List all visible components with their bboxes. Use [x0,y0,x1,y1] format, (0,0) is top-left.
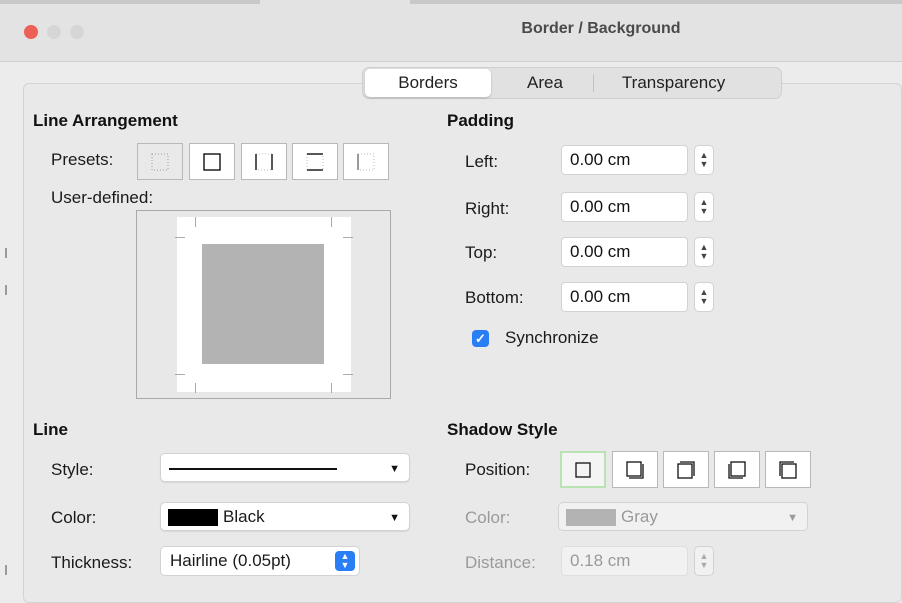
padding-bottom-input[interactable]: 0.00 cm [561,282,688,312]
preset-top-bottom-button[interactable] [292,143,338,180]
preset-box-button[interactable] [189,143,235,180]
padding-left-label: Left: [465,152,499,171]
line-style-dropdown[interactable]: ▼ [160,453,410,482]
select-arrows-icon: ▲ ▼ [335,551,355,571]
preset-none-button[interactable] [137,143,183,180]
canvas-tick [331,217,332,227]
checkmark-icon: ✓ [475,331,486,346]
shadow-bottom-right-button[interactable] [612,451,658,488]
border-canvas-content [202,244,324,364]
line-style-label: Style: [51,460,94,479]
shadow-color-dropdown[interactable]: Gray ▼ [558,502,808,531]
canvas-tick [343,237,353,238]
background-edge-mark [5,565,7,575]
shadow-distance-stepper[interactable]: ▲ ▼ [694,546,714,576]
chevron-down-icon: ▼ [699,206,709,216]
user-defined-label: User-defined: [51,188,154,207]
canvas-tick [175,374,185,375]
chevron-down-icon: ▼ [699,560,709,570]
border-left-right-icon [255,153,273,170]
padding-left-stepper[interactable]: ▲ ▼ [694,145,714,175]
canvas-tick [331,383,332,393]
shadow-color-value: Gray [621,507,658,526]
chevron-down-icon: ▼ [699,251,709,261]
window-top-edge [0,0,260,4]
shadow-distance-label: Distance: [465,553,536,572]
dropdown-arrow-icon: ▼ [389,463,400,475]
border-box-icon [203,152,221,171]
color-swatch [168,509,218,526]
background-edge-mark [5,248,7,258]
padding-top-stepper[interactable]: ▲ ▼ [694,237,714,267]
shadow-distance-input[interactable]: 0.18 cm [561,546,688,576]
border-left-icon [357,153,375,170]
shadow-bottom-left-icon [728,460,746,479]
padding-bottom-label: Bottom: [465,288,524,307]
shadow-style-heading: Shadow Style [447,420,558,439]
preset-left-right-button[interactable] [241,143,287,180]
shadow-top-right-button[interactable] [663,451,709,488]
window-top-edge-right [410,0,902,4]
thickness-select[interactable]: Hairline (0.05pt) ▲ ▼ [160,546,360,576]
tab-transparency[interactable]: Transparency [594,69,743,97]
padding-right-label: Right: [465,199,510,218]
presets-label: Presets: [51,150,114,169]
shadow-bottom-right-icon [626,460,644,479]
line-heading: Line [33,420,68,439]
tab-bar: Borders Area Transparency [362,67,782,99]
padding-right-input[interactable]: 0.00 cm [561,192,688,222]
shadow-color-label: Color: [465,508,511,527]
preset-left-button[interactable] [343,143,389,180]
line-color-value: Black [223,507,265,526]
thickness-label: Thickness: [51,553,133,572]
line-arrangement-heading: Line Arrangement [33,111,178,130]
shadow-position-label: Position: [465,460,531,479]
line-color-label: Color: [51,508,97,527]
canvas-tick [195,383,196,393]
canvas-tick [195,217,196,227]
border-top-bottom-icon [306,152,324,171]
thickness-value: Hairline (0.05pt) [170,551,291,570]
synchronize-checkbox[interactable]: ✓ [472,330,489,347]
dropdown-arrow-icon: ▼ [389,512,400,524]
padding-heading: Padding [447,111,515,130]
user-defined-border-canvas[interactable] [136,210,391,399]
dropdown-arrow-icon: ▼ [787,512,798,524]
chevron-down-icon: ▼ [699,159,709,169]
shadow-none-button[interactable] [560,451,606,488]
color-swatch [566,509,616,526]
chevron-down-icon: ▼ [699,296,709,306]
synchronize-label: Synchronize [505,328,599,347]
canvas-tick [175,237,185,238]
tab-borders[interactable]: Borders [365,69,491,97]
shadow-bottom-left-button[interactable] [714,451,760,488]
padding-top-label: Top: [465,243,498,262]
shadow-top-left-button[interactable] [765,451,811,488]
border-none-icon [151,153,169,170]
shadow-none-icon [575,461,591,478]
padding-top-input[interactable]: 0.00 cm [561,237,688,267]
background-edge-mark [5,285,7,295]
shadow-top-right-icon [677,460,695,479]
line-color-dropdown[interactable]: Black ▼ [160,502,410,531]
padding-bottom-stepper[interactable]: ▲ ▼ [694,282,714,312]
tab-area[interactable]: Area [491,69,593,97]
solid-line-icon [169,468,337,470]
padding-left-input[interactable]: 0.00 cm [561,145,688,175]
window-title: Border / Background [521,20,681,37]
padding-right-stepper[interactable]: ▲ ▼ [694,192,714,222]
canvas-tick [343,374,353,375]
shadow-top-left-icon [779,460,797,479]
